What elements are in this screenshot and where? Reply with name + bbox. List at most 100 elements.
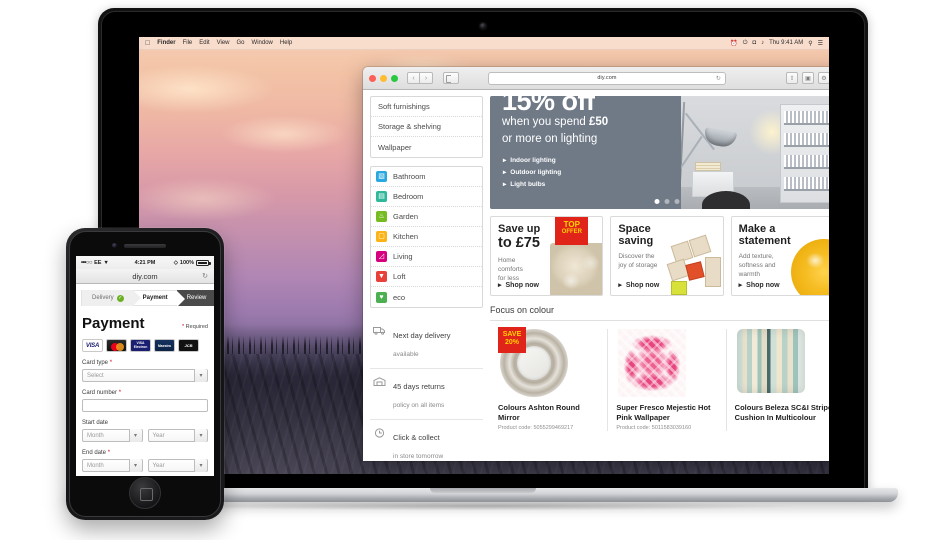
- hero-link-indoor-lighting[interactable]: Indoor lighting: [503, 156, 561, 164]
- tabs-icon[interactable]: ▣: [802, 72, 814, 84]
- sidebar-item-living[interactable]: ◿ Living: [371, 247, 482, 267]
- chevron-down-icon[interactable]: ▾: [194, 369, 207, 382]
- promo-shop-now-link[interactable]: Shop now: [739, 281, 779, 289]
- carousel-dot-2[interactable]: [664, 199, 670, 204]
- zoom-icon[interactable]: [391, 74, 398, 82]
- menubar-item-file[interactable]: File: [183, 40, 193, 46]
- card-type-select[interactable]: Select ▾: [82, 369, 208, 382]
- promo-card-space-saving[interactable]: Space saving Discover the joy of storage…: [610, 216, 724, 296]
- product-list: SAVE 20% Colours Ashton Round Mirror Pro…: [490, 327, 829, 432]
- chevron-down-icon[interactable]: ▾: [194, 429, 207, 442]
- product-image: [736, 329, 805, 397]
- service-click-and-collect[interactable]: Click & collect in store tomorrow: [370, 420, 483, 461]
- phone-screen: •••○○ EE ▼ 4:21 PM ◇ 100% diy.com ↻ Deli…: [76, 256, 214, 476]
- nav-buttons[interactable]: ‹ ›: [407, 72, 433, 84]
- reload-icon[interactable]: ↻: [716, 75, 721, 82]
- field-label: Card number *: [82, 390, 208, 396]
- apple-logo-icon[interactable]: : [145, 40, 150, 47]
- menubar-item-view[interactable]: View: [217, 40, 230, 46]
- sidebar-item-bedroom[interactable]: ▤ Bedroom: [371, 187, 482, 207]
- volume-icon[interactable]: ♪: [761, 40, 764, 46]
- window-controls[interactable]: [369, 74, 398, 82]
- product-card[interactable]: Super Fresco Mejestic Hot Pink Wallpaper…: [608, 329, 727, 432]
- hero-link-outdoor-lighting[interactable]: Outdoor lighting: [503, 168, 561, 176]
- menubar-status-area: ⏰ ⏻ ◘ ♪ Thu 9:41 AM ⚲ ☰: [730, 40, 823, 47]
- carousel-dots[interactable]: [654, 199, 680, 204]
- product-card[interactable]: SAVE 20% Colours Ashton Round Mirror Pro…: [490, 327, 609, 432]
- close-icon[interactable]: [369, 74, 376, 82]
- start-date-group: Month ▾ Year ▾: [82, 429, 208, 442]
- laptop-camera-icon: [480, 23, 486, 29]
- carousel-dot-1[interactable]: [654, 199, 660, 204]
- required-asterisk: *: [109, 360, 113, 366]
- field-label-text: End date: [82, 450, 107, 456]
- product-image: SAVE 20%: [498, 327, 568, 397]
- start-month-select[interactable]: Month ▾: [82, 429, 143, 442]
- end-month-select[interactable]: Month ▾: [82, 459, 143, 472]
- sidebar-item-wallpaper[interactable]: Wallpaper: [371, 137, 482, 157]
- menubar-item-finder[interactable]: Finder: [157, 40, 175, 46]
- chevron-down-icon[interactable]: ▾: [128, 429, 142, 442]
- promo-shop-now-link[interactable]: Shop now: [618, 281, 659, 289]
- menubar-clock[interactable]: Thu 9:41 AM: [769, 40, 803, 46]
- service-title: Next day delivery: [393, 331, 451, 340]
- service-list: Next day delivery available 45 days retu…: [370, 318, 483, 461]
- search-icon[interactable]: ⚲: [808, 40, 812, 47]
- carousel-dot-3[interactable]: [674, 199, 680, 204]
- product-card[interactable]: Colours Beleza SC&I Stripe Cushion In Mu…: [727, 329, 829, 431]
- wifi-icon[interactable]: ◘: [753, 40, 757, 46]
- sidebar-item-loft[interactable]: ▼ Loft: [371, 267, 482, 287]
- end-year-select[interactable]: Year ▾: [147, 459, 208, 472]
- menubar-item-edit[interactable]: Edit: [199, 40, 209, 46]
- room-label: Bathroom: [393, 172, 426, 181]
- sidebar-item-eco[interactable]: ♥ eco: [371, 287, 482, 307]
- gear-icon[interactable]: ⚙: [818, 72, 829, 84]
- room-label: Living: [393, 252, 413, 261]
- room-label: eco: [393, 292, 406, 302]
- back-icon[interactable]: ‹: [407, 72, 420, 84]
- forward-icon[interactable]: ›: [420, 72, 433, 84]
- sidebar-item-bathroom[interactable]: ▧ Bathroom: [371, 167, 482, 187]
- start-year-select[interactable]: Year ▾: [147, 429, 208, 442]
- field-label: Card type *: [82, 360, 208, 366]
- hero-banner[interactable]: 15% off when you spend £50 or more on li…: [490, 96, 829, 209]
- service-next-day-delivery[interactable]: Next day delivery available: [370, 318, 483, 369]
- sidebar-item-garden[interactable]: ♨ Garden: [371, 207, 482, 227]
- chevron-down-icon[interactable]: ▾: [194, 459, 207, 472]
- battery-percent: 100%: [179, 259, 194, 266]
- menubar-item-help[interactable]: Help: [280, 40, 292, 46]
- service-45-days-returns[interactable]: 45 days returns policy on all items: [370, 369, 483, 420]
- menubar-item-go[interactable]: Go: [237, 40, 245, 46]
- browser-window: ‹ › diy.com ↻ ⇧ ▣ ⚙ Soft furnishings Sto…: [363, 67, 829, 461]
- card-number-input[interactable]: [82, 399, 208, 412]
- phone-status-bar: •••○○ EE ▼ 4:21 PM ◇ 100%: [76, 256, 214, 269]
- sidebar-item-soft-furnishings[interactable]: Soft furnishings: [371, 97, 482, 117]
- control-center-icon[interactable]: ☰: [818, 40, 823, 47]
- phone-address-bar[interactable]: diy.com ↻: [76, 269, 214, 284]
- mac-menubar[interactable]:  Finder File Edit View Go Window Help ⏰…: [139, 37, 829, 50]
- menubar-item-window[interactable]: Window: [252, 40, 273, 46]
- reload-icon[interactable]: ↻: [202, 272, 208, 280]
- clock-status-icon[interactable]: ⏰: [730, 40, 737, 47]
- maestro-icon: Maestro: [154, 339, 175, 352]
- site-main: 15% off when you spend £50 or more on li…: [490, 90, 829, 461]
- share-icon[interactable]: ⇧: [786, 72, 798, 84]
- phone-home-button[interactable]: [129, 477, 161, 509]
- hero-link-list: Indoor lighting Outdoor lighting Light b…: [503, 156, 561, 192]
- scene:  Finder File Edit View Go Window Help ⏰…: [0, 0, 940, 540]
- promo-card-save-up-to-75[interactable]: TOP OFFER Save up to £75 Home comforts f…: [490, 216, 604, 296]
- service-sub: policy on all items: [393, 402, 445, 409]
- battery-icon[interactable]: ⏻: [743, 40, 748, 47]
- battery-area: ◇ 100%: [174, 259, 211, 266]
- promo-card-make-a-statement[interactable]: Make a statement Add texture, softness a…: [730, 216, 829, 296]
- sidebar-item-storage-shelving[interactable]: Storage & shelving: [371, 117, 482, 137]
- jcb-card-icon: JCB: [178, 339, 199, 352]
- promo-shop-now-link[interactable]: Shop now: [498, 281, 539, 289]
- address-bar[interactable]: diy.com ↻: [488, 71, 726, 85]
- minimize-icon[interactable]: [380, 74, 387, 82]
- hero-link-light-bulbs[interactable]: Light bulbs: [503, 180, 561, 188]
- chevron-down-icon[interactable]: ▾: [128, 459, 142, 472]
- breadcrumb-step-delivery[interactable]: Delivery ✓: [81, 290, 141, 306]
- sidebar-icon[interactable]: [443, 72, 459, 84]
- sidebar-item-kitchen[interactable]: ▢ Kitchen: [371, 227, 482, 247]
